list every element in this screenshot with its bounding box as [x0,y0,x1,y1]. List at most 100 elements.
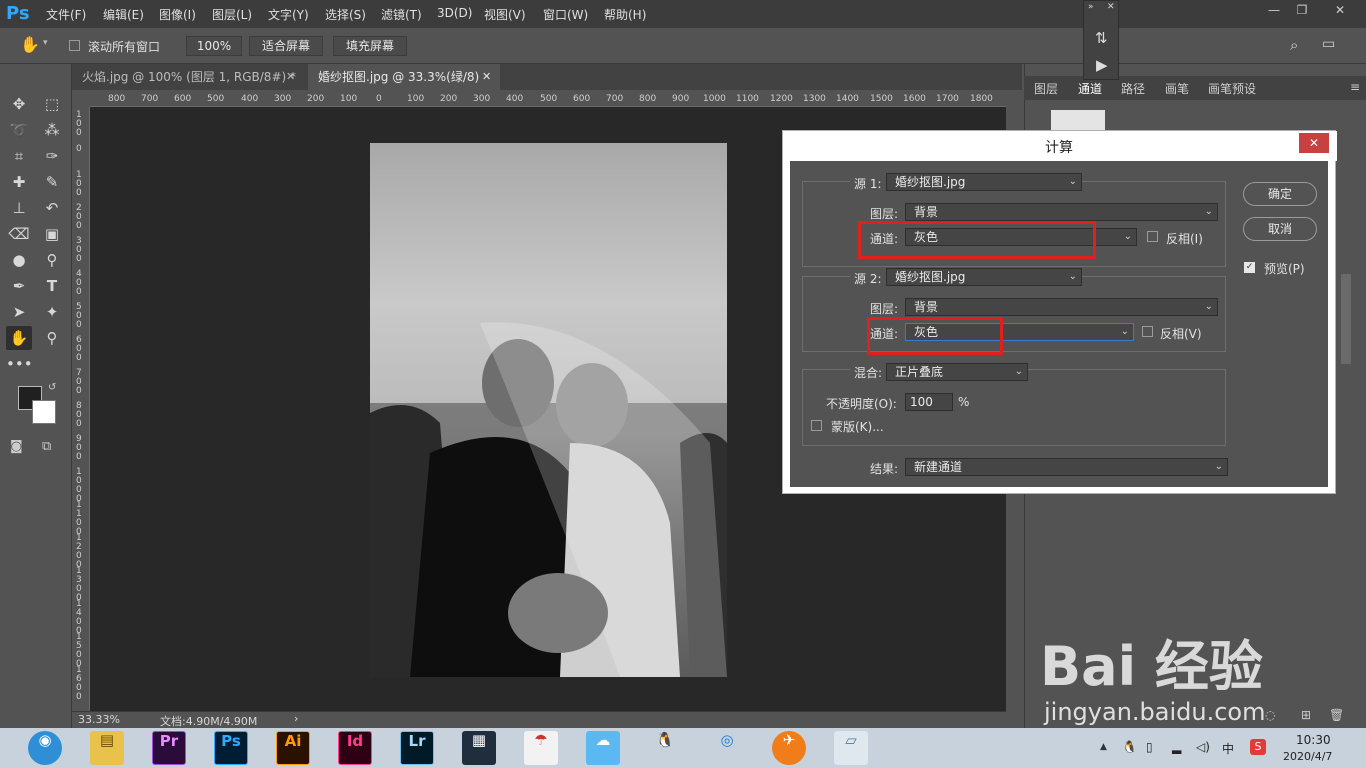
invert2-checkbox[interactable] [1142,326,1153,337]
video-editor-icon[interactable]: ▦ [462,731,496,765]
tab-close-icon[interactable]: ✕ [482,64,491,90]
hand-tool-icon[interactable]: ✋ [6,326,32,350]
zoom-icon[interactable]: ⚲ [39,326,65,350]
zoom-100-button[interactable]: 100% [186,36,242,56]
tab-brushes[interactable]: 画笔 [1165,80,1189,97]
eraser-icon[interactable]: ⌫ [6,222,32,246]
stamp-icon[interactable]: ⊥ [6,196,32,220]
menu-filter[interactable]: 滤镜(T) [381,6,422,23]
lasso-icon[interactable]: ➰ [6,118,32,142]
tab-close-icon[interactable]: ✕ [286,64,295,90]
type-icon[interactable]: T [39,274,65,298]
menu-select[interactable]: 选择(S) [325,6,366,23]
notes-app-icon[interactable]: ▱ [834,731,868,765]
blend-select[interactable]: 正片叠底 ⌄ [886,363,1028,381]
preview-checkbox[interactable]: ✓ [1244,262,1255,273]
browser-icon[interactable]: ✈ [772,731,806,765]
shape-icon[interactable]: ✦ [39,300,65,324]
tab-layers[interactable]: 图层 [1034,80,1058,97]
menu-type[interactable]: 文字(Y) [268,6,309,23]
invert1-checkbox[interactable] [1147,231,1158,242]
chevron-down-icon[interactable]: ▾ [43,38,48,48]
ok-button[interactable]: 确定 [1243,182,1317,206]
workspace-icon[interactable]: ▭ [1322,36,1335,52]
source2-select[interactable]: 婚纱抠图.jpg ⌄ [886,268,1082,286]
fill-screen-button[interactable]: 填充屏幕 [333,36,407,56]
history-brush-icon[interactable]: ↶ [39,196,65,220]
umbrella-app-icon[interactable]: ☂ [524,731,558,765]
volume-icon[interactable]: ◁) [1196,740,1210,754]
restore-icon[interactable]: ❐ [1292,3,1312,21]
eyedropper-icon[interactable]: ✑ [39,144,65,168]
close-icon[interactable]: ✕ [1330,3,1350,21]
qq-icon[interactable]: 🐧 [648,731,682,765]
tray-expand-icon[interactable]: ▲ [1100,742,1107,752]
fit-screen-button[interactable]: 适合屏幕 [249,36,323,56]
clock-time[interactable]: 10:30 [1296,733,1331,747]
dodge-icon[interactable]: ⚲ [39,248,65,272]
ime-indicator[interactable]: 中 [1222,740,1234,757]
screen-mode-icon[interactable]: ⧉ [42,439,51,454]
menu-window[interactable]: 窗口(W) [543,6,588,23]
layer1-select[interactable]: 背景 ⌄ [905,203,1218,221]
menu-3d[interactable]: 3D(D) [437,6,472,20]
network-icon[interactable]: ▂ [1172,740,1181,754]
path-select-icon[interactable]: ➤ [6,300,32,324]
minimize-icon[interactable]: — [1264,3,1284,21]
trash-icon[interactable]: 🗑 [1329,708,1344,722]
dialog-titlebar[interactable]: 计算 ✕ [783,131,1337,161]
premiere-icon[interactable]: Pr [152,731,186,765]
healing-icon[interactable]: ✚ [6,170,32,194]
quick-mask-icon[interactable]: ◙ [10,439,23,454]
illustrator-icon[interactable]: Ai [276,731,310,765]
dialog-close-icon[interactable]: ✕ [1299,133,1329,153]
lightroom-icon[interactable]: Lr [400,731,434,765]
folder-icon[interactable]: ▤ [90,731,124,765]
search-icon[interactable]: ⌕ [1290,36,1298,54]
chevron-right-icon[interactable]: › [294,712,298,725]
crop-icon[interactable]: ⌗ [6,144,32,168]
tab-huoyan[interactable]: 火焰.jpg @ 100% (图层 1, RGB/8#) * ✕ [72,64,304,90]
more-tools-icon[interactable]: ••• [6,352,33,376]
menu-image[interactable]: 图像(I) [159,6,196,23]
background-color-swatch[interactable] [32,400,56,424]
swap-colors-icon[interactable]: ↺ [48,382,56,393]
cancel-button[interactable]: 取消 [1243,217,1317,241]
play-icon[interactable]: ▶ [1096,56,1108,74]
tab-brush-presets[interactable]: 画笔预设 [1208,80,1256,97]
chrome-icon[interactable]: ◎ [710,731,744,765]
tray-device-icon[interactable]: ▯ [1146,740,1153,754]
start-icon[interactable]: ◉ [28,731,62,765]
quick-select-icon[interactable]: ⁂ [39,118,65,142]
clock-date[interactable]: 2020/4/7 [1283,750,1332,763]
menu-layer[interactable]: 图层(L) [212,6,252,23]
opacity-input[interactable]: 100 [905,393,953,411]
mask-label[interactable]: 蒙版(K)... [831,418,884,435]
scroll-all-checkbox[interactable] [69,40,80,51]
new-channel-icon[interactable]: ⊞ [1301,708,1311,722]
pen-icon[interactable]: ✒ [6,274,32,298]
photoshop-icon[interactable]: Ps [214,731,248,765]
menu-view[interactable]: 视图(V) [484,6,526,23]
brush-icon[interactable]: ✎ [39,170,65,194]
actions-icon[interactable]: ⇅ [1095,29,1108,47]
blur-icon[interactable]: ● [6,248,32,272]
result-select[interactable]: 新建通道 ⌄ [905,458,1228,476]
source1-select[interactable]: 婚纱抠图.jpg ⌄ [886,173,1082,191]
zoom-level[interactable]: 33.33% [78,713,120,726]
tab-paths[interactable]: 路径 [1121,80,1145,97]
wedding-photo[interactable] [370,143,727,677]
panel-menu-icon[interactable]: ≡ [1350,80,1360,94]
chat-app-icon[interactable]: ☁ [586,731,620,765]
expand-icon[interactable]: » [1088,2,1094,12]
tab-channels[interactable]: 通道 [1078,80,1102,97]
panel-scrollbar[interactable] [1341,274,1351,364]
tab-hunsha[interactable]: 婚纱抠图.jpg @ 33.3%(绿/8) ✕ [308,64,500,90]
hand-icon[interactable]: ✋ [20,35,40,54]
gradient-icon[interactable]: ▣ [39,222,65,246]
tray-qq-icon[interactable]: 🐧 [1122,740,1137,754]
indesign-icon[interactable]: Id [338,731,372,765]
marquee-icon[interactable]: ⬚ [39,92,65,116]
panel-icon[interactable]: ◌ [1265,708,1275,722]
move-icon[interactable]: ✥ [6,92,32,116]
